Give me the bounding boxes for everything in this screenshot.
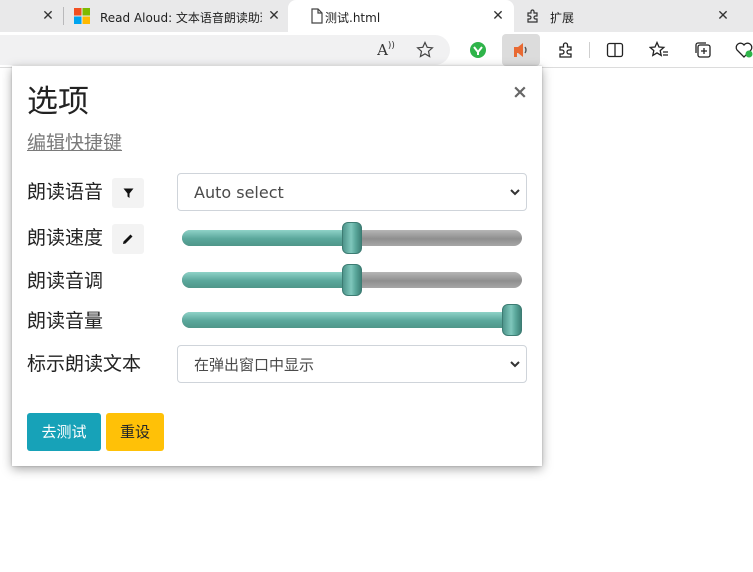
split-screen-icon[interactable] [601, 36, 629, 64]
chevron-down-icon [510, 361, 520, 368]
options-popup: 选项 × 编辑快捷键 朗读语音 Auto select 朗读速度 朗读音调 朗读… [12, 66, 542, 466]
voice-select[interactable]: Auto select [177, 173, 527, 211]
document-icon [311, 8, 323, 24]
tab-close-icon[interactable]: ✕ [40, 8, 56, 24]
slider-thumb[interactable] [342, 264, 362, 296]
highlight-select[interactable]: 在弹出窗口中显示 [177, 345, 527, 383]
chevron-down-icon [510, 189, 520, 196]
tab-test-html[interactable]: 测试.html ✕ [288, 0, 514, 32]
tab-close-icon[interactable]: ✕ [715, 8, 731, 24]
edit-shortcuts-link[interactable]: 编辑快捷键 [27, 130, 122, 156]
sound-waves-icon: )) [387, 41, 395, 51]
tab-read-aloud[interactable]: Read Aloud: 文本语音朗读助理 ✕ [64, 0, 286, 32]
highlight-label: 标示朗读文本 [27, 353, 142, 375]
tab-extensions[interactable]: 扩展 ✕ [516, 0, 753, 32]
slider-fill [182, 230, 352, 246]
tab-close-icon[interactable]: ✕ [490, 8, 506, 24]
read-aloud-glyph: A [377, 41, 388, 59]
slider-fill [182, 272, 352, 288]
reset-button[interactable]: 重设 [106, 413, 164, 451]
highlight-select-value: 在弹出窗口中显示 [194, 355, 315, 374]
tab-title: Read Aloud: 文本语音朗读助理 [100, 11, 262, 25]
tab-title: 扩展 [550, 11, 575, 25]
collections-icon[interactable] [689, 36, 717, 64]
test-button[interactable]: 去测试 [27, 413, 101, 451]
volume-slider[interactable] [182, 304, 522, 336]
microsoft-logo-icon [74, 8, 90, 24]
slider-thumb[interactable] [502, 304, 522, 336]
slider-fill [182, 312, 512, 328]
rate-slider[interactable] [182, 222, 522, 254]
read-aloud-extension-icon[interactable] [502, 34, 540, 66]
extensions-puzzle-icon [527, 9, 538, 23]
favorite-star-icon[interactable] [411, 36, 439, 64]
address-bar[interactable]: A)) [0, 35, 450, 65]
voice-label: 朗读语音 [27, 181, 104, 203]
popup-title: 选项 [27, 84, 89, 120]
extensions-icon[interactable] [552, 36, 580, 64]
slider-thumb[interactable] [342, 222, 362, 254]
pitch-label: 朗读音调 [27, 270, 104, 292]
tab-title: 测试.html [325, 11, 381, 25]
pitch-slider[interactable] [182, 264, 522, 296]
close-icon[interactable]: × [510, 81, 530, 103]
edit-pencil-icon[interactable] [112, 224, 144, 254]
voice-select-value: Auto select [194, 182, 284, 202]
tab-close-icon[interactable]: ✕ [266, 8, 282, 24]
green-extension-icon[interactable] [464, 36, 492, 64]
favorites-icon[interactable] [645, 36, 673, 64]
volume-label: 朗读音量 [27, 310, 104, 332]
filter-icon[interactable] [112, 178, 144, 208]
tab-strip: ✕ Read Aloud: 文本语音朗读助理 ✕ 测试.html ✕ 扩展 ✕ [0, 0, 753, 32]
toolbar-divider [589, 42, 590, 58]
rate-label: 朗读速度 [27, 227, 104, 249]
browser-toolbar: A)) [0, 32, 753, 68]
tab-previous[interactable]: ✕ [0, 0, 63, 32]
heart-pulse-icon[interactable] [730, 36, 753, 64]
read-aloud-icon[interactable]: A)) [372, 36, 400, 64]
